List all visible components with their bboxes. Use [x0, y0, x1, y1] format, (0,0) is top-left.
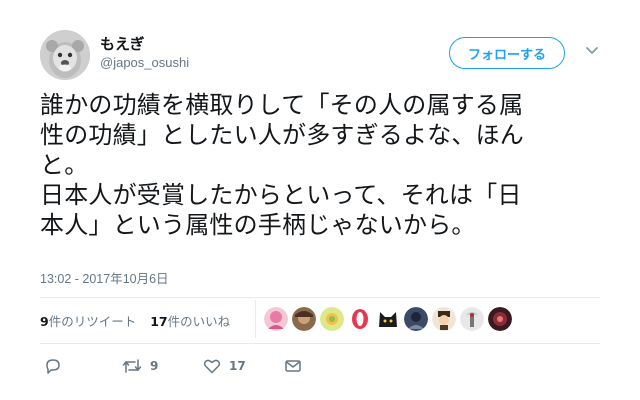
- reply-button[interactable]: [44, 356, 62, 376]
- like-button[interactable]: 17: [203, 356, 246, 376]
- tweet-card: もえぎ @japos_osushi フォローする 誰かの功績を横取りして「その人…: [0, 0, 640, 400]
- tweet-text-line: 誰かの功績を横取りして「その人の属する属: [40, 91, 524, 119]
- follow-button[interactable]: フォローする: [449, 37, 565, 69]
- retweet-icon: [122, 359, 142, 373]
- tweet-text-line: 本人」という属性の手柄じゃないから。: [40, 211, 476, 239]
- liker-avatar-icon: [404, 307, 428, 331]
- liker-avatar[interactable]: [460, 307, 484, 331]
- liker-avatar-icon: [488, 307, 512, 331]
- liker-avatar[interactable]: [320, 307, 344, 331]
- tweet-timestamp[interactable]: 13:02 - 2017年10月6日: [40, 268, 169, 287]
- divider: [40, 297, 600, 298]
- liker-avatar[interactable]: [264, 307, 288, 331]
- tweet-text-line: と。: [40, 151, 89, 179]
- opera-logo-icon: [348, 307, 372, 331]
- liker-avatar[interactable]: [488, 307, 512, 331]
- divider: [40, 343, 600, 344]
- like-stat[interactable]: 17件のいいね: [150, 311, 230, 330]
- liker-avatar-icon: [264, 307, 288, 331]
- liker-avatar[interactable]: [376, 307, 400, 331]
- tweet-text-line: 性の功績」としたい人が多すぎるよな、ほん: [40, 121, 524, 149]
- user-avatar[interactable]: [40, 30, 90, 80]
- tweet-text: 誰かの功績を横取りして「その人の属する属 性の功績」としたい人が多すぎるよな、ほ…: [40, 90, 605, 240]
- liker-avatar[interactable]: [404, 307, 428, 331]
- lion-cub-avatar-icon: [40, 30, 90, 80]
- direct-message-button[interactable]: [284, 356, 302, 376]
- like-stat-label: 件のいいね: [167, 313, 231, 329]
- stats-separator: [255, 300, 256, 338]
- liker-avatar-icon: [432, 307, 456, 331]
- liker-avatars: [264, 307, 516, 331]
- liker-avatar-icon: [292, 307, 316, 331]
- reply-icon: [46, 359, 60, 374]
- liker-avatar[interactable]: [348, 307, 372, 331]
- retweet-button[interactable]: 9: [122, 356, 158, 376]
- retweet-stat[interactable]: 9件のリツイート: [40, 311, 136, 330]
- chevron-down-icon[interactable]: [585, 46, 599, 56]
- tweet-stats: 9件のリツイート 17件のいいね: [40, 306, 230, 334]
- liker-avatar[interactable]: [292, 307, 316, 331]
- user-name[interactable]: もえぎ: [100, 33, 145, 54]
- like-stat-count: 17: [150, 313, 168, 329]
- user-handle[interactable]: @japos_osushi: [100, 55, 189, 70]
- liker-avatar[interactable]: [432, 307, 456, 331]
- tweet-text-line: 日本人が受賞したからといって、それは「日: [40, 181, 522, 209]
- cat-avatar-icon: [376, 307, 400, 331]
- retweet-stat-label: 件のリツイート: [48, 313, 137, 329]
- retweet-count: 9: [150, 359, 159, 373]
- liker-avatar-icon: [320, 307, 344, 331]
- like-count: 17: [229, 359, 246, 373]
- liker-avatar-icon: [460, 307, 484, 331]
- retweet-stat-count: 9: [40, 313, 49, 329]
- heart-icon: [203, 359, 221, 374]
- envelope-icon: [285, 360, 301, 372]
